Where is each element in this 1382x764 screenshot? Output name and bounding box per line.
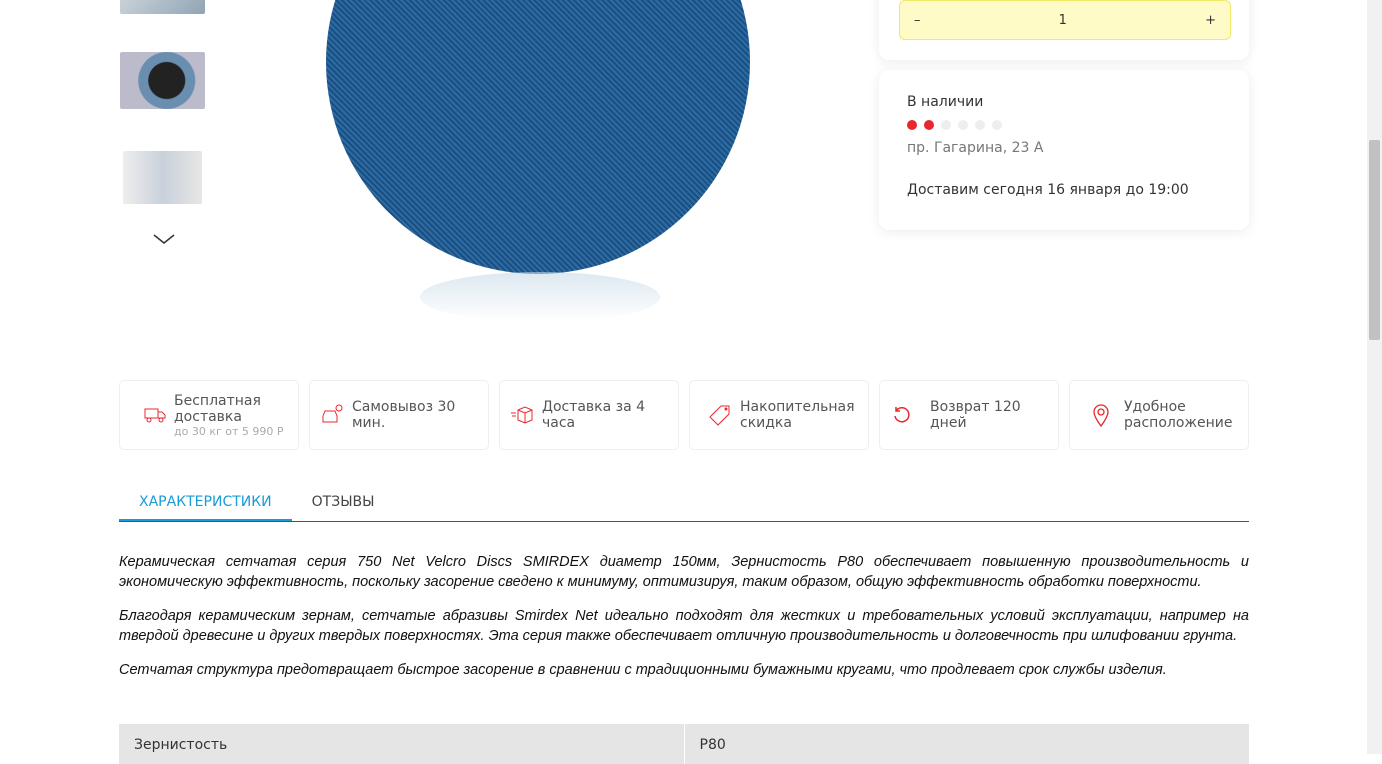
feature-title: Возврат 120 дней bbox=[930, 399, 1021, 431]
feature-subtitle: до 30 кг от 5 990 Р bbox=[174, 424, 284, 438]
tab-characteristics[interactable]: ХАРАКТЕРИСТИКИ bbox=[119, 482, 292, 521]
thumbnail[interactable] bbox=[120, 0, 205, 14]
feature-pickup: Самовывоз 30 мин. bbox=[309, 380, 489, 450]
description-paragraph: Керамическая сетчатая серия 750 Net Velc… bbox=[119, 554, 1249, 590]
feature-title: Доставка за 4 часа bbox=[542, 399, 646, 431]
stock-dot bbox=[975, 120, 985, 130]
return-icon bbox=[894, 407, 910, 423]
stock-status: В наличии bbox=[907, 94, 984, 110]
chevron-down-icon[interactable] bbox=[152, 232, 176, 246]
feature-return: Возврат 120 дней bbox=[879, 380, 1059, 450]
spec-row: Зернистость P80 bbox=[119, 724, 1249, 764]
spec-name: Зернистость bbox=[134, 737, 228, 753]
feature-free-delivery: Бесплатная доставка до 30 кг от 5 990 Р bbox=[119, 380, 299, 450]
feature-title: Накопительная скидка bbox=[740, 399, 855, 431]
stock-level-indicator bbox=[907, 120, 1221, 130]
product-description: Керамическая сетчатая серия 750 Net Velc… bbox=[119, 552, 1249, 694]
stock-dot bbox=[992, 120, 1002, 130]
thumbnail[interactable] bbox=[120, 52, 205, 109]
product-image-reflection bbox=[420, 272, 660, 322]
feature-discount: Накопительная скидка bbox=[689, 380, 869, 450]
tab-reviews[interactable]: ОТЗЫВЫ bbox=[292, 482, 395, 521]
feature-location: Удобное расположение bbox=[1069, 380, 1249, 450]
stock-dot bbox=[924, 120, 934, 130]
spec-value: P80 bbox=[683, 724, 1250, 764]
quantity-stepper[interactable]: – 1 + bbox=[899, 0, 1231, 40]
delivery-info: Доставим сегодня 16 января до 19:00 bbox=[907, 182, 1189, 198]
stock-dot bbox=[958, 120, 968, 130]
scrollbar-thumb[interactable] bbox=[1369, 140, 1380, 340]
feature-title: Удобное расположение bbox=[1124, 399, 1233, 431]
box-fast-icon bbox=[511, 406, 533, 424]
quantity-value[interactable]: 1 bbox=[1059, 13, 1067, 28]
car-pin-icon bbox=[322, 404, 343, 423]
discount-tag-icon bbox=[709, 405, 730, 426]
description-paragraph: Благодаря керамическим зернам, сетчатые … bbox=[119, 608, 1249, 644]
feature-title: Самовывоз 30 мин. bbox=[352, 399, 456, 431]
stock-dot bbox=[941, 120, 951, 130]
product-image bbox=[326, 0, 750, 274]
truck-free-icon bbox=[144, 408, 166, 423]
decrease-button[interactable]: – bbox=[914, 13, 921, 28]
store-address: пр. Гагарина, 23 А bbox=[907, 140, 1044, 156]
feature-title: Бесплатная доставка bbox=[174, 392, 261, 425]
availability-card: В наличии пр. Гагарина, 23 А Доставим се… bbox=[879, 70, 1249, 230]
feature-fast-delivery: Доставка за 4 часа bbox=[499, 380, 679, 450]
stock-dot bbox=[907, 120, 917, 130]
product-tabs: ХАРАКТЕРИСТИКИ ОТЗЫВЫ bbox=[119, 482, 1249, 522]
thumbnail[interactable] bbox=[123, 151, 202, 204]
increase-button[interactable]: + bbox=[1205, 13, 1216, 28]
location-pin-icon bbox=[1093, 404, 1109, 427]
quantity-card: – 1 + bbox=[879, 0, 1249, 60]
description-paragraph: Сетчатая структура предотвращает быстрое… bbox=[119, 662, 1167, 678]
scrollbar[interactable] bbox=[1367, 0, 1382, 754]
